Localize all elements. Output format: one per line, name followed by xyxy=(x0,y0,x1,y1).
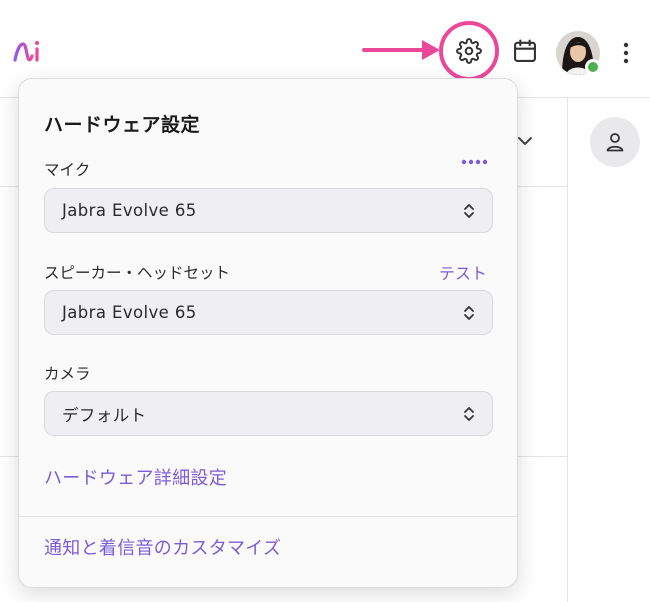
chevron-up-down-icon xyxy=(464,305,474,320)
microphone-label: マイク xyxy=(44,161,91,179)
speaker-selected-value: Jabra Evolve 65 xyxy=(62,303,197,322)
contact-button[interactable] xyxy=(590,117,640,167)
speaker-label: スピーカー・ヘッドセット xyxy=(44,264,231,282)
camera-label: カメラ xyxy=(44,365,91,383)
speaker-select[interactable]: Jabra Evolve 65 xyxy=(44,290,493,335)
ai-logo-icon[interactable] xyxy=(12,38,44,66)
camera-select[interactable]: デフォルト xyxy=(44,391,493,436)
chevron-up-down-icon xyxy=(464,406,474,421)
microphone-selected-value: Jabra Evolve 65 xyxy=(62,201,197,220)
microphone-select[interactable]: Jabra Evolve 65 xyxy=(44,188,493,233)
person-icon xyxy=(606,133,624,152)
calendar-button[interactable] xyxy=(508,34,542,68)
chevron-up-down-icon xyxy=(464,203,474,218)
advanced-hardware-settings-link[interactable]: ハードウェア詳細設定 xyxy=(44,464,227,490)
content-divider xyxy=(567,98,568,602)
calendar-icon xyxy=(514,39,536,62)
hardware-settings-panel: ハードウェア設定 マイク Jabra Evolve 65 スピーカー・ヘッドセッ… xyxy=(18,78,518,588)
panel-title: ハードウェア設定 xyxy=(44,114,201,136)
app-window: ハードウェア設定 マイク Jabra Evolve 65 スピーカー・ヘッドセッ… xyxy=(0,0,650,602)
pointer-arrow-icon xyxy=(362,40,440,60)
more-menu-button[interactable] xyxy=(612,36,640,70)
settings-button[interactable] xyxy=(452,34,486,68)
camera-selected-value: デフォルト xyxy=(62,405,147,425)
more-horizontal-icon[interactable] xyxy=(461,157,487,167)
notification-settings-link[interactable]: 通知と着信音のカスタマイズ xyxy=(44,534,281,560)
gear-icon xyxy=(456,38,482,64)
speaker-test-link[interactable]: テスト xyxy=(439,260,487,284)
more-vertical-icon xyxy=(623,42,629,64)
online-status-badge xyxy=(585,59,601,75)
panel-divider xyxy=(19,516,517,517)
